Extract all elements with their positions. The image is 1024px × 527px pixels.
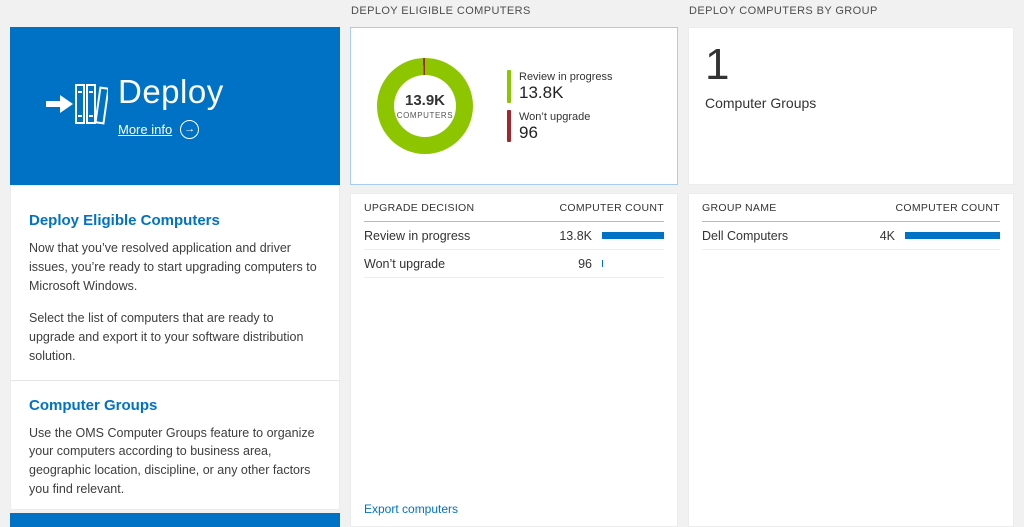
row-value: 96: [578, 257, 592, 271]
row-bar: [905, 232, 1000, 239]
tile-footer-bar: [10, 513, 340, 527]
donut-total-label: COMPUTERS: [397, 111, 454, 120]
computers-by-group-column: DEPLOY COMPUTERS BY GROUP 1 Computer Gro…: [688, 0, 1014, 527]
column-header-upgrade-decision: UPGRADE DECISION: [364, 202, 474, 214]
computer-groups-section: Computer Groups Use the OMS Computer Gro…: [29, 397, 321, 499]
deploy-eligible-column: DEPLOY ELIGIBLE COMPUTERS 13.9K COMPUTER…: [350, 0, 678, 527]
computer-groups-count-card[interactable]: 1 Computer Groups: [688, 27, 1014, 185]
column-title-eligible: DEPLOY ELIGIBLE COMPUTERS: [350, 0, 678, 17]
row-value: 4K: [880, 229, 895, 243]
arrow-right-icon: →: [180, 120, 199, 139]
table-row[interactable]: Won’t upgrade 96: [364, 250, 664, 278]
row-bar-track: [602, 260, 664, 267]
row-label: Review in progress: [364, 229, 559, 243]
chart-legend: Review in progress 13.8K Won’t upgrade 9…: [507, 70, 613, 142]
row-bar-track: [905, 232, 1000, 239]
table-row[interactable]: Dell Computers 4K: [702, 222, 1000, 250]
deploy-icon: [46, 80, 118, 133]
section-paragraph: Select the list of computers that are re…: [29, 309, 321, 365]
column-header-computer-count: COMPUTER COUNT: [559, 202, 664, 214]
section-heading-computer-groups: Computer Groups: [29, 397, 321, 414]
legend-swatch-red: [507, 110, 511, 143]
donut-total-value: 13.9K: [405, 92, 445, 109]
upgrade-decision-table-card: UPGRADE DECISION COMPUTER COUNT Review i…: [350, 193, 678, 527]
legend-value: 96: [519, 123, 590, 143]
row-label: Won’t upgrade: [364, 257, 578, 271]
page-title: Deploy: [118, 73, 224, 111]
group-count: 1: [705, 40, 997, 91]
legend-swatch-green: [507, 70, 511, 103]
column-header-group-name: GROUP NAME: [702, 202, 777, 214]
deploy-eligible-section: Deploy Eligible Computers Now that you’v…: [29, 212, 321, 366]
tile-text: Deploy More info →: [118, 73, 224, 139]
eligible-computers-chart-card[interactable]: 13.9K COMPUTERS Review in progress 13.8K…: [350, 27, 678, 185]
column-title-by-group: DEPLOY COMPUTERS BY GROUP: [688, 0, 1014, 17]
row-bar: [602, 232, 664, 239]
deploy-tile[interactable]: Deploy More info →: [10, 27, 340, 185]
table-header: UPGRADE DECISION COMPUTER COUNT: [364, 194, 664, 222]
description-card: Deploy Eligible Computers Now that you’v…: [10, 185, 340, 510]
row-bar: [602, 260, 603, 267]
legend-item-wont-upgrade: Won’t upgrade 96: [507, 110, 613, 143]
row-bar-track: [602, 232, 664, 239]
row-label: Dell Computers: [702, 229, 880, 243]
column-header-computer-count: COMPUTER COUNT: [895, 202, 1000, 214]
section-paragraph: Now that you’ve resolved application and…: [29, 239, 321, 295]
more-info-link[interactable]: More info →: [118, 120, 224, 139]
section-divider: [11, 380, 339, 381]
more-info-label: More info: [118, 122, 172, 137]
export-computers-link[interactable]: Export computers: [364, 502, 458, 516]
group-count-label: Computer Groups: [705, 95, 997, 111]
legend-value: 13.8K: [519, 83, 613, 103]
section-heading-deploy-eligible: Deploy Eligible Computers: [29, 212, 321, 229]
legend-label: Review in progress: [519, 71, 613, 83]
group-table-card: GROUP NAME COMPUTER COUNT Dell Computers…: [688, 193, 1014, 527]
donut-center: 13.9K COMPUTERS: [377, 58, 473, 154]
legend-item-review: Review in progress 13.8K: [507, 70, 613, 103]
overview-column: Deploy More info → Deploy Eligible Compu…: [10, 27, 340, 527]
deploy-dashboard: Deploy More info → Deploy Eligible Compu…: [0, 0, 1024, 527]
legend-label: Won’t upgrade: [519, 111, 590, 123]
row-value: 13.8K: [559, 229, 592, 243]
table-row[interactable]: Review in progress 13.8K: [364, 222, 664, 250]
table-header: GROUP NAME COMPUTER COUNT: [702, 194, 1000, 222]
donut-chart: 13.9K COMPUTERS: [377, 58, 473, 154]
section-paragraph: Use the OMS Computer Groups feature to o…: [29, 424, 321, 499]
